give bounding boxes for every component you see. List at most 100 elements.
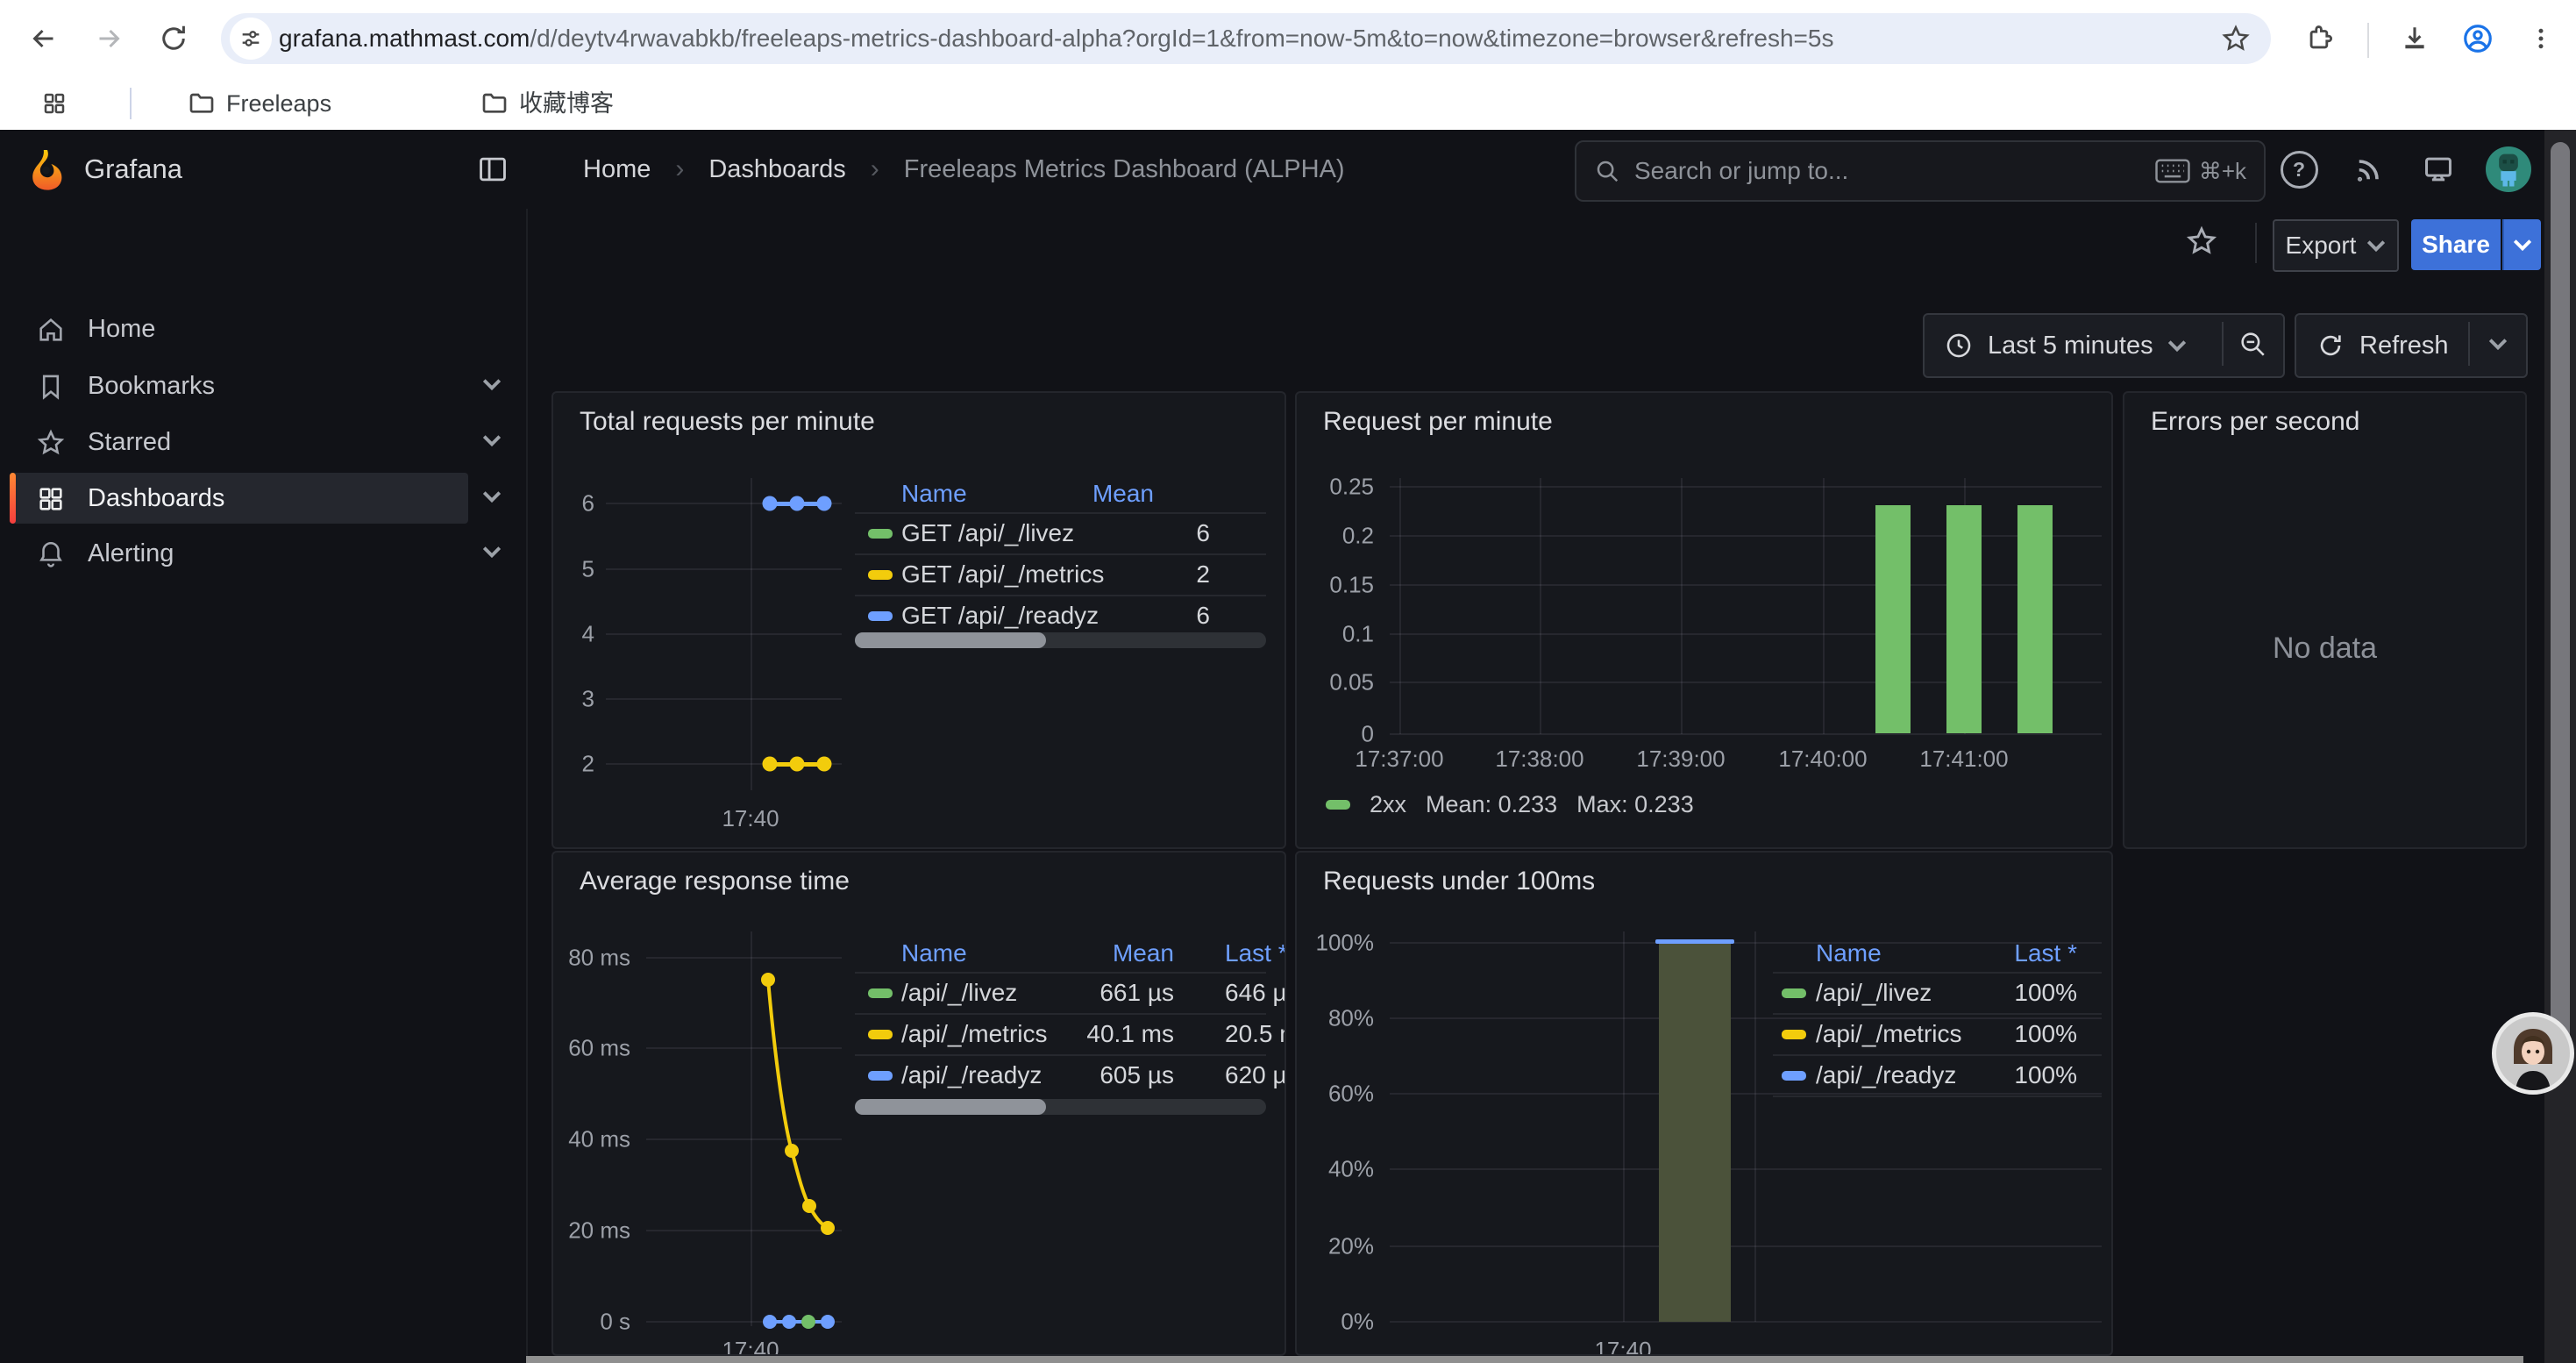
legend-row[interactable]: GET /api/_/readyz 6 <box>855 596 1266 636</box>
apps-grid-icon[interactable] <box>35 84 74 123</box>
legend-header-name[interactable]: Name <box>901 939 967 967</box>
legend-row[interactable]: GET /api/_/livez 6 <box>855 513 1266 553</box>
legend-scrollbar[interactable] <box>855 1099 1266 1115</box>
legend-header-mean[interactable]: Mean <box>1092 480 1154 508</box>
news-rss-icon[interactable] <box>2345 130 2394 209</box>
sidebar-toggle-icon[interactable] <box>476 153 509 190</box>
legend-row[interactable]: /api/_/livez 661 µs 646 µs <box>855 973 1284 1013</box>
extensions-icon[interactable] <box>2301 19 2339 58</box>
legend-row[interactable]: /api/_/metrics 100% <box>1773 1014 2102 1054</box>
sidebar-item-starred[interactable]: Starred <box>0 417 526 467</box>
y-tick: 0.15 <box>1297 572 1374 599</box>
breadcrumb-dashboards[interactable]: Dashboards <box>708 130 845 209</box>
bar-2xx <box>1875 505 1911 733</box>
legend-header-name[interactable]: Name <box>901 480 967 508</box>
legend-row[interactable]: GET /api/_/metrics 2 <box>855 554 1266 595</box>
series-swatch[interactable] <box>868 988 893 998</box>
series-swatch[interactable] <box>868 529 893 539</box>
grafana-brand[interactable]: Grafana <box>84 130 182 209</box>
refresh-interval-dropdown[interactable] <box>2470 315 2526 373</box>
user-avatar[interactable] <box>2486 146 2531 192</box>
chevron-down-icon[interactable] <box>482 490 502 503</box>
search-input[interactable]: Search or jump to... ⌘+k <box>1575 140 2266 202</box>
chevron-down-icon[interactable] <box>482 546 502 558</box>
legend-header-name[interactable]: Name <box>1816 939 1882 967</box>
bookmark-star-icon[interactable] <box>2217 19 2255 58</box>
panel-total-requests[interactable]: Total requests per minute 6 5 4 3 2 17:4… <box>551 391 1286 849</box>
sidebar-item-dashboards[interactable]: Dashboards <box>0 473 526 524</box>
bookmark-item-blogs[interactable]: 收藏博客 <box>480 77 614 130</box>
legend-header-mean[interactable]: Mean <box>1053 939 1174 967</box>
downloads-icon[interactable] <box>2395 19 2434 58</box>
back-button[interactable] <box>25 19 63 58</box>
share-menu-button[interactable] <box>2502 219 2541 270</box>
legend-row[interactable]: /api/_/readyz 100% <box>1773 1055 2102 1095</box>
panel-avg-response-time[interactable]: Average response time 80 ms 60 ms 40 ms … <box>551 851 1286 1356</box>
grafana-logo[interactable] <box>26 148 68 190</box>
panel-requests-under-100ms[interactable]: Requests under 100ms 100% 80% 60% 40% 20… <box>1295 851 2113 1356</box>
bookmark-label: Freeleaps <box>226 77 331 130</box>
panel-legend[interactable]: 2xx Mean: 0.233 Max: 0.233 <box>1326 789 1694 819</box>
help-icon[interactable] <box>2274 130 2323 209</box>
share-button[interactable]: Share <box>2411 219 2501 270</box>
series-swatch[interactable] <box>868 1030 893 1039</box>
legend-header-last[interactable]: Last * <box>1225 939 1286 967</box>
grafana-page: Grafana Home Dashboards Freeleaps Metric… <box>0 130 2576 1363</box>
panel-title[interactable]: Errors per second <box>2151 407 2359 437</box>
bar-2xx <box>1946 505 1982 733</box>
page-scrollbar-thumb[interactable] <box>2551 142 2570 1054</box>
series-swatch[interactable] <box>1782 1071 1806 1081</box>
series-swatch[interactable] <box>1326 800 1350 810</box>
breadcrumb-home[interactable]: Home <box>583 130 651 209</box>
sidebar-item-alerting[interactable]: Alerting <box>0 528 526 579</box>
legend-header-last[interactable]: Last * <box>2014 939 2077 967</box>
legend-max: Max: 0.233 <box>1576 791 1694 818</box>
x-tick: 17:40:00 <box>1778 746 1867 773</box>
x-tick: 17:37:00 <box>1355 746 1443 773</box>
legend-row[interactable]: /api/_/metrics 40.1 ms 20.5 ms <box>855 1014 1284 1054</box>
bookmarks-bar: Freeleaps 收藏博客 <box>0 77 2576 132</box>
panel-request-per-minute[interactable]: Request per minute 0.25 0.2 0.15 0.1 0.0… <box>1295 391 2113 849</box>
star-dashboard-icon[interactable] <box>2180 219 2224 263</box>
series-top-line <box>1655 939 1734 944</box>
series-swatch[interactable] <box>1782 988 1806 998</box>
export-button[interactable]: Export <box>2273 219 2399 272</box>
url-bar[interactable]: grafana.mathmast.com/d/deytv4rwavabkb/fr… <box>221 13 2271 64</box>
bookmark-item-freeleaps[interactable]: Freeleaps <box>188 77 331 130</box>
panel-title[interactable]: Total requests per minute <box>580 407 875 437</box>
site-settings-icon[interactable] <box>230 18 272 60</box>
legend-scrollbar[interactable] <box>855 632 1266 648</box>
panel-errors-per-second[interactable]: Errors per second No data <box>2123 391 2527 849</box>
series-swatch[interactable] <box>868 570 893 580</box>
page-scrollbar[interactable] <box>2544 130 2576 1363</box>
kiosk-monitor-icon[interactable] <box>2414 130 2463 209</box>
floating-assistant-avatar[interactable] <box>2492 1012 2574 1095</box>
panel-title[interactable]: Request per minute <box>1323 407 1553 437</box>
profile-icon[interactable] <box>2459 19 2497 58</box>
refresh-button[interactable]: Refresh <box>2295 313 2528 378</box>
forward-button[interactable] <box>89 19 128 58</box>
x-tick: 17:41:00 <box>1919 746 2008 773</box>
reload-button[interactable] <box>154 19 193 58</box>
sidebar-item-bookmarks[interactable]: Bookmarks <box>0 360 526 411</box>
zoom-out-time-button[interactable] <box>2224 315 2281 373</box>
legend-row[interactable]: /api/_/livez 100% <box>1773 973 2102 1013</box>
y-tick: 0.25 <box>1297 474 1374 501</box>
chevron-down-icon[interactable] <box>482 378 502 390</box>
chevron-down-icon[interactable] <box>482 434 502 446</box>
time-range-picker[interactable]: Last 5 minutes <box>1923 313 2285 378</box>
legend-row[interactable]: /api/_/readyz 605 µs 620 µs <box>855 1055 1284 1095</box>
series-swatch[interactable] <box>1782 1030 1806 1039</box>
x-tick: 17:40 <box>1594 1337 1651 1356</box>
y-tick: 60% <box>1297 1081 1374 1108</box>
horizontal-scrollbar[interactable] <box>526 1356 2523 1363</box>
legend-mean: Mean: 0.233 <box>1426 791 1557 818</box>
y-tick: 0.1 <box>1297 621 1374 648</box>
panel-title[interactable]: Requests under 100ms <box>1323 867 1595 896</box>
browser-menu-icon[interactable] <box>2522 19 2560 58</box>
series-swatch[interactable] <box>868 1071 893 1081</box>
series-swatch[interactable] <box>868 611 893 621</box>
search-shortcut: ⌘+k <box>2155 158 2246 185</box>
bookmarks-divider <box>130 88 132 119</box>
sidebar-item-home[interactable]: Home <box>0 303 526 354</box>
